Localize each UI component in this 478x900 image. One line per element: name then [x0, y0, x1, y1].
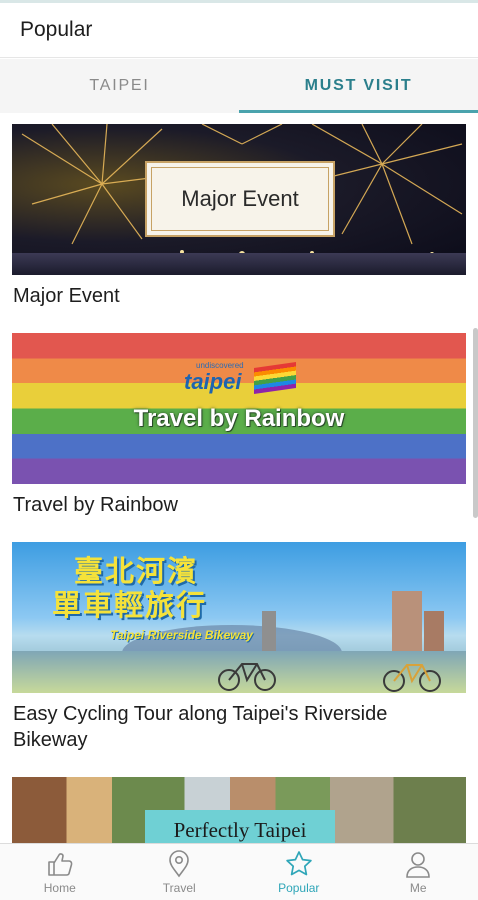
nav-label: Travel: [162, 881, 196, 895]
card-major-event[interactable]: Major Event Major Event: [12, 124, 466, 309]
bicycle-icon: [218, 663, 276, 691]
collage-image: Perfectly Taipei: [12, 777, 466, 843]
tab-bar: TAIPEI MUST VISIT: [0, 59, 478, 113]
map-pin-icon: [169, 850, 190, 878]
app-header: Popular: [0, 3, 478, 58]
building-graphic: [262, 611, 276, 651]
thumbs-up-icon: [47, 853, 73, 876]
logo-wordmark: taipei: [184, 369, 242, 394]
scrollbar[interactable]: [473, 328, 478, 518]
building-graphic: [424, 611, 444, 651]
rainbow-image: undiscovered taipei Travel by Rainbow: [12, 333, 466, 484]
nav-label: Popular: [278, 881, 320, 895]
bikeway-subtitle: Taipei Riverside Bikeway: [110, 628, 253, 642]
bikeway-title-line2: 單車輕旅行: [52, 590, 208, 622]
city-skyline: [12, 253, 466, 275]
rainbow-banner-text: Travel by Rainbow: [133, 405, 345, 432]
perfectly-taipei-banner: Perfectly Taipei: [145, 810, 335, 843]
page-title: Popular: [20, 18, 93, 41]
nav-label: Me: [409, 881, 427, 895]
bicycle-icon: [383, 664, 441, 692]
popular-list[interactable]: Major Event Major Event undiscovered tai…: [0, 113, 478, 843]
rainbow-flag-icon: [254, 362, 296, 394]
tab-taipei[interactable]: TAIPEI: [0, 59, 239, 113]
card-caption: Major Event: [13, 285, 120, 307]
bottom-navigation: Home Travel Popular Me: [0, 843, 478, 900]
card-caption: Travel by Rainbow: [13, 494, 178, 516]
cycling-image: 臺北河濱 單車輕旅行 Taipei Riverside Bikeway: [12, 542, 466, 693]
nav-me[interactable]: Me: [359, 844, 478, 900]
nav-label: Home: [43, 881, 76, 895]
user-icon: [406, 852, 431, 878]
building-graphic: [392, 591, 422, 651]
star-icon: [286, 851, 312, 876]
nav-popular[interactable]: Popular: [239, 844, 359, 900]
card-caption: Easy Cycling Tour along Taipei's Riversi…: [13, 703, 388, 751]
major-event-banner: Major Event: [145, 161, 335, 237]
tab-must-visit[interactable]: MUST VISIT: [239, 59, 478, 113]
nav-travel[interactable]: Travel: [120, 844, 240, 900]
taipei-logo: undiscovered taipei: [184, 361, 296, 401]
card-riverside-bikeway[interactable]: 臺北河濱 單車輕旅行 Taipei Riverside Bikeway Easy…: [12, 542, 466, 753]
card-travel-by-rainbow[interactable]: undiscovered taipei Travel by Rainbow Tr…: [12, 333, 466, 518]
card-perfectly-taipei[interactable]: Perfectly Taipei: [12, 777, 466, 843]
major-event-image: Major Event: [12, 124, 466, 275]
nav-home[interactable]: Home: [0, 844, 120, 900]
